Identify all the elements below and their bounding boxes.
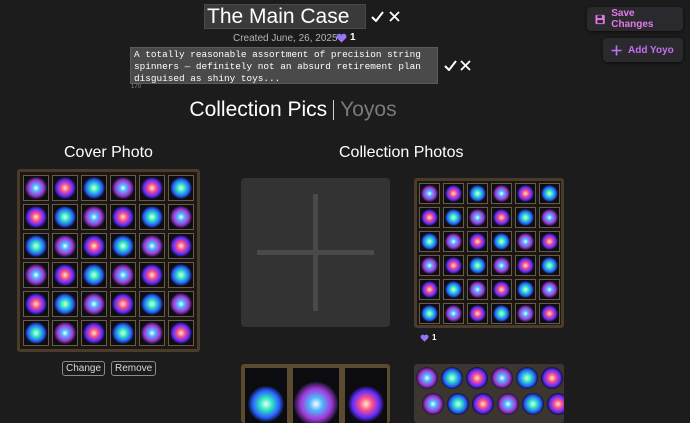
confirm-description-check-icon[interactable] [443,58,457,72]
save-disk-icon [595,14,605,24]
collection-photo-3[interactable] [414,364,564,423]
tab-yoyos[interactable]: Yoyos [340,98,396,122]
like-count-value: 1 [350,32,356,43]
case-title-input[interactable] [204,4,366,29]
cover-photo-heading: Cover Photo [64,144,153,161]
tab-collection-pics[interactable]: Collection Pics [189,98,327,122]
add-photo-tile[interactable] [241,178,390,327]
created-date: Created June, 26, 2025 [233,33,338,44]
heart-icon [336,33,347,43]
tab-divider [333,100,335,120]
like-count[interactable]: 1 [336,32,356,43]
photo-1-like-value: 1 [432,333,437,342]
photo-1-like-count[interactable]: 1 [420,333,436,342]
add-yoyo-label: Add Yoyo [628,44,674,56]
description-textarea[interactable]: A totally reasonable assortment of preci… [130,47,438,84]
remove-cover-button[interactable]: Remove [111,361,157,376]
plus-icon [257,194,374,311]
confirm-title-check-icon[interactable] [370,9,384,23]
collection-photo-2[interactable] [241,364,390,423]
heart-icon [420,334,429,342]
cancel-description-close-icon[interactable] [458,58,472,72]
collection-photo-1[interactable] [414,178,564,328]
collection-photos-heading: Collection Photos [339,144,464,161]
character-count: 170 [131,84,142,90]
plus-icon [611,45,622,55]
cancel-title-close-icon[interactable] [387,9,401,23]
view-tabs: Collection Pics Yoyos [0,98,586,122]
add-yoyo-button[interactable]: Add Yoyo [603,38,683,62]
save-changes-label: Save Changes [611,8,654,30]
change-cover-button[interactable]: Change [62,361,106,376]
save-changes-button[interactable]: Save Changes [587,7,683,31]
cover-photo-image[interactable] [17,169,200,352]
